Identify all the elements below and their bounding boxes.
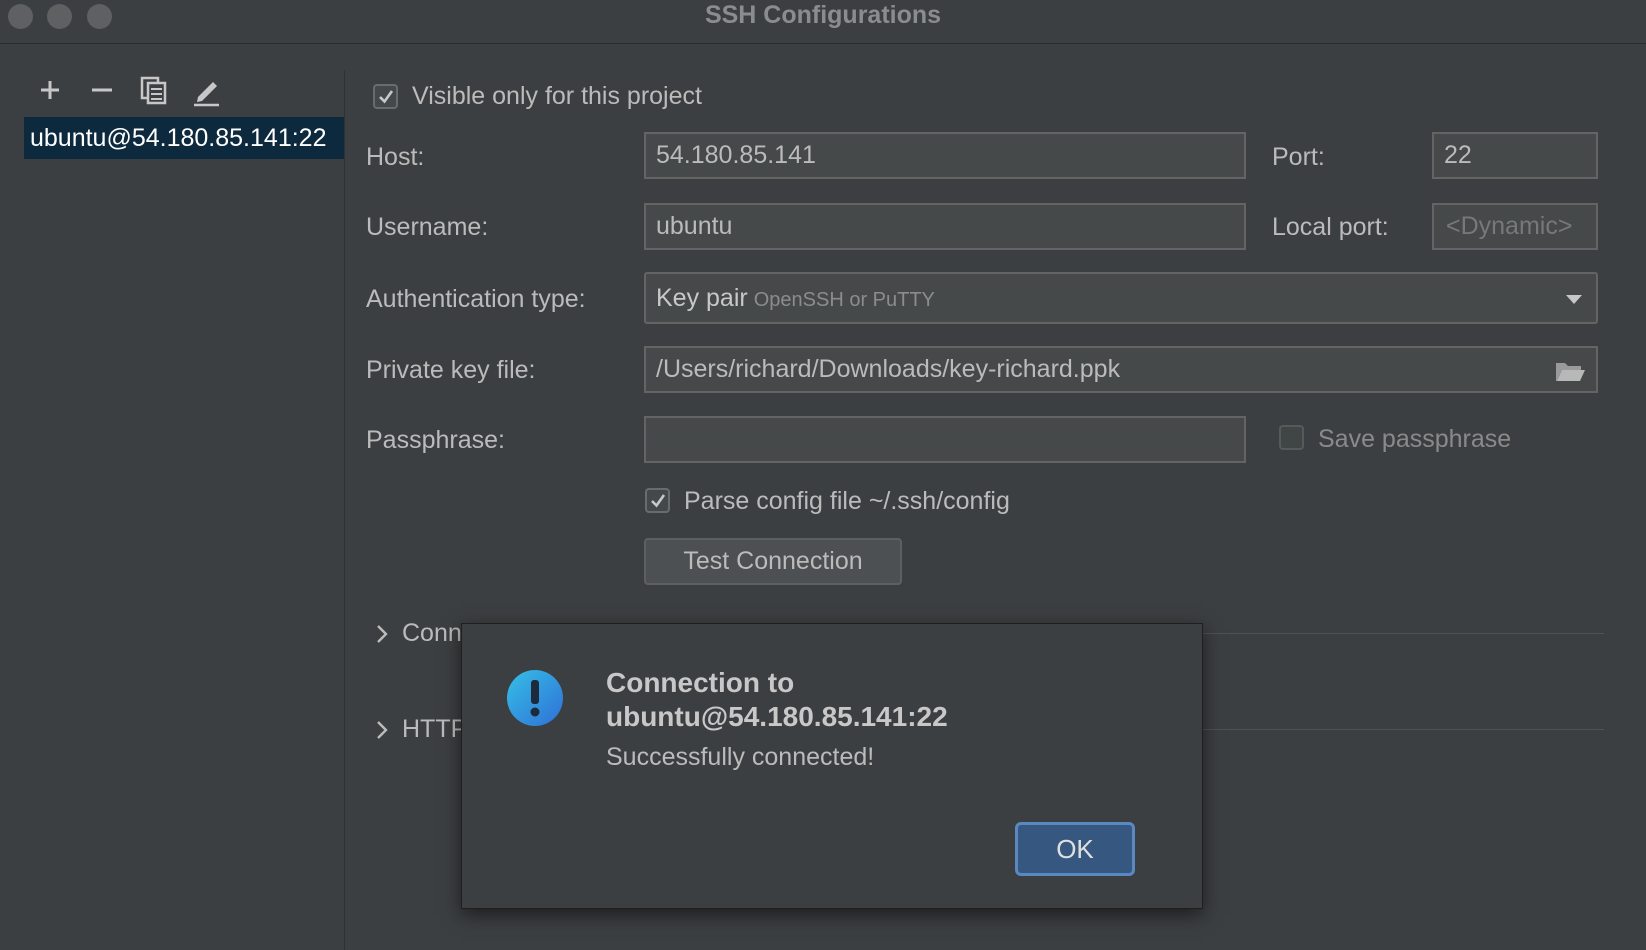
warning-icon xyxy=(507,670,563,726)
port-label: Port: xyxy=(1272,143,1325,171)
plus-icon xyxy=(41,81,59,99)
parse-config-checkbox[interactable] xyxy=(645,488,670,513)
private-key-field[interactable]: /Users/richard/Downloads/key-richard.ppk xyxy=(644,346,1598,393)
auth-type-value: Key pair xyxy=(656,284,748,312)
minus-icon xyxy=(92,88,112,92)
chevron-down-icon xyxy=(1566,295,1582,304)
copy-icon xyxy=(140,76,167,105)
sidebar-divider xyxy=(344,70,345,950)
dialog-message: Successfully connected! xyxy=(606,743,875,771)
visible-only-label: Visible only for this project xyxy=(412,82,702,110)
chevron-right-icon xyxy=(377,721,388,739)
private-key-value: /Users/richard/Downloads/key-richard.ppk xyxy=(656,355,1121,383)
dialog-title-line1: Connection to xyxy=(606,667,795,698)
dialog-title-line2: ubuntu@54.180.85.141:22 xyxy=(606,701,948,732)
configuration-list-item[interactable]: ubuntu@54.180.85.141:22 xyxy=(24,117,344,159)
parse-config-label: Parse config file ~/.ssh/config xyxy=(684,487,1010,515)
local-port-field[interactable]: <Dynamic> xyxy=(1432,203,1598,250)
ok-button[interactable]: OK xyxy=(1015,822,1135,876)
edit-configuration-button[interactable] xyxy=(189,73,223,107)
private-key-label: Private key file: xyxy=(366,356,536,384)
visible-only-checkbox[interactable] xyxy=(373,84,398,109)
checkmark-icon xyxy=(651,494,666,508)
auth-type-select[interactable]: Key pair OpenSSH or PuTTY xyxy=(644,272,1598,324)
auth-type-label: Authentication type: xyxy=(366,285,586,313)
passphrase-label: Passphrase: xyxy=(366,426,505,454)
auth-type-hint: OpenSSH or PuTTY xyxy=(753,289,935,311)
host-label: Host: xyxy=(366,143,425,171)
section-separator xyxy=(1203,633,1604,634)
connection-result-dialog: Connection to ubuntu@54.180.85.141:22 Su… xyxy=(461,623,1203,909)
title-bar: SSH Configurations xyxy=(0,0,1646,44)
add-configuration-button[interactable] xyxy=(33,73,67,107)
edit-icon xyxy=(194,82,219,107)
save-passphrase-label: Save passphrase xyxy=(1318,425,1512,453)
dialog-title: Connection to ubuntu@54.180.85.141:22 xyxy=(606,666,1166,734)
window-title: SSH Configurations xyxy=(704,1,942,29)
copy-configuration-button[interactable] xyxy=(137,73,171,107)
test-connection-button[interactable]: Test Connection xyxy=(644,538,902,585)
save-passphrase-checkbox[interactable] xyxy=(1279,425,1304,450)
host-field[interactable]: 54.180.85.141 xyxy=(644,132,1246,179)
remove-configuration-button[interactable] xyxy=(85,73,119,107)
username-label: Username: xyxy=(366,213,489,241)
port-field[interactable]: 22 xyxy=(1432,132,1598,179)
username-field[interactable]: ubuntu xyxy=(644,203,1246,250)
local-port-label: Local port: xyxy=(1272,213,1389,241)
checkmark-icon xyxy=(379,90,394,104)
chevron-right-icon xyxy=(377,625,388,643)
folder-icon[interactable] xyxy=(1554,359,1586,383)
section-separator xyxy=(1203,729,1604,730)
passphrase-field[interactable] xyxy=(644,416,1246,463)
